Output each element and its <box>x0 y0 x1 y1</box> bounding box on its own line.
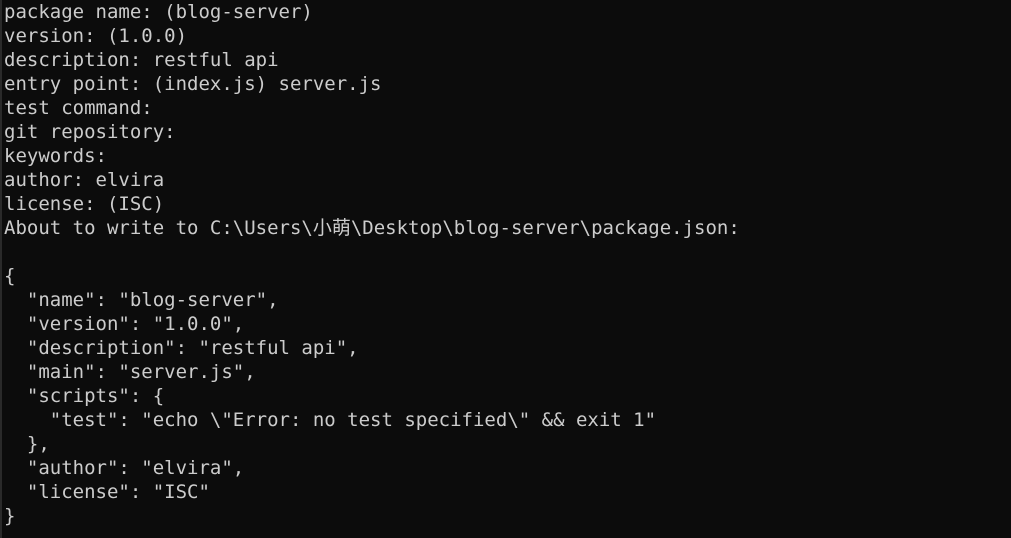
terminal-line-description: description: restful api <box>4 49 279 71</box>
terminal-output[interactable]: package name: (blog-server) version: (1.… <box>0 0 1011 538</box>
terminal-line-package-name: package name: (blog-server) <box>4 1 313 23</box>
terminal-line-version: version: (1.0.0) <box>4 25 188 47</box>
terminal-line-about-to-write: About to write to C:\Users\小萌\Desktop\bl… <box>4 217 740 239</box>
json-line-author: "author": "elvira", <box>4 457 245 479</box>
terminal-line-license: license: (ISC) <box>4 193 165 215</box>
terminal-line-entry-point: entry point: (index.js) server.js <box>4 73 382 95</box>
json-close-brace: } <box>4 505 16 527</box>
json-line-name: "name": "blog-server", <box>4 289 279 311</box>
json-line-scripts: "scripts": { <box>4 385 165 407</box>
json-line-version: "version": "1.0.0", <box>4 313 245 335</box>
terminal-line-keywords: keywords: <box>4 145 107 167</box>
json-line-main: "main": "server.js", <box>4 361 256 383</box>
terminal-line-test-command: test command: <box>4 97 153 119</box>
terminal-line-git-repository: git repository: <box>4 121 176 143</box>
json-line-license: "license": "ISC" <box>4 481 210 503</box>
json-line-description: "description": "restful api", <box>4 337 359 359</box>
json-line-scripts-close: }, <box>4 433 50 455</box>
terminal-line-author: author: elvira <box>4 169 165 191</box>
json-open-brace: { <box>4 265 16 287</box>
json-line-test-script: "test": "echo \"Error: no test specified… <box>4 409 657 431</box>
